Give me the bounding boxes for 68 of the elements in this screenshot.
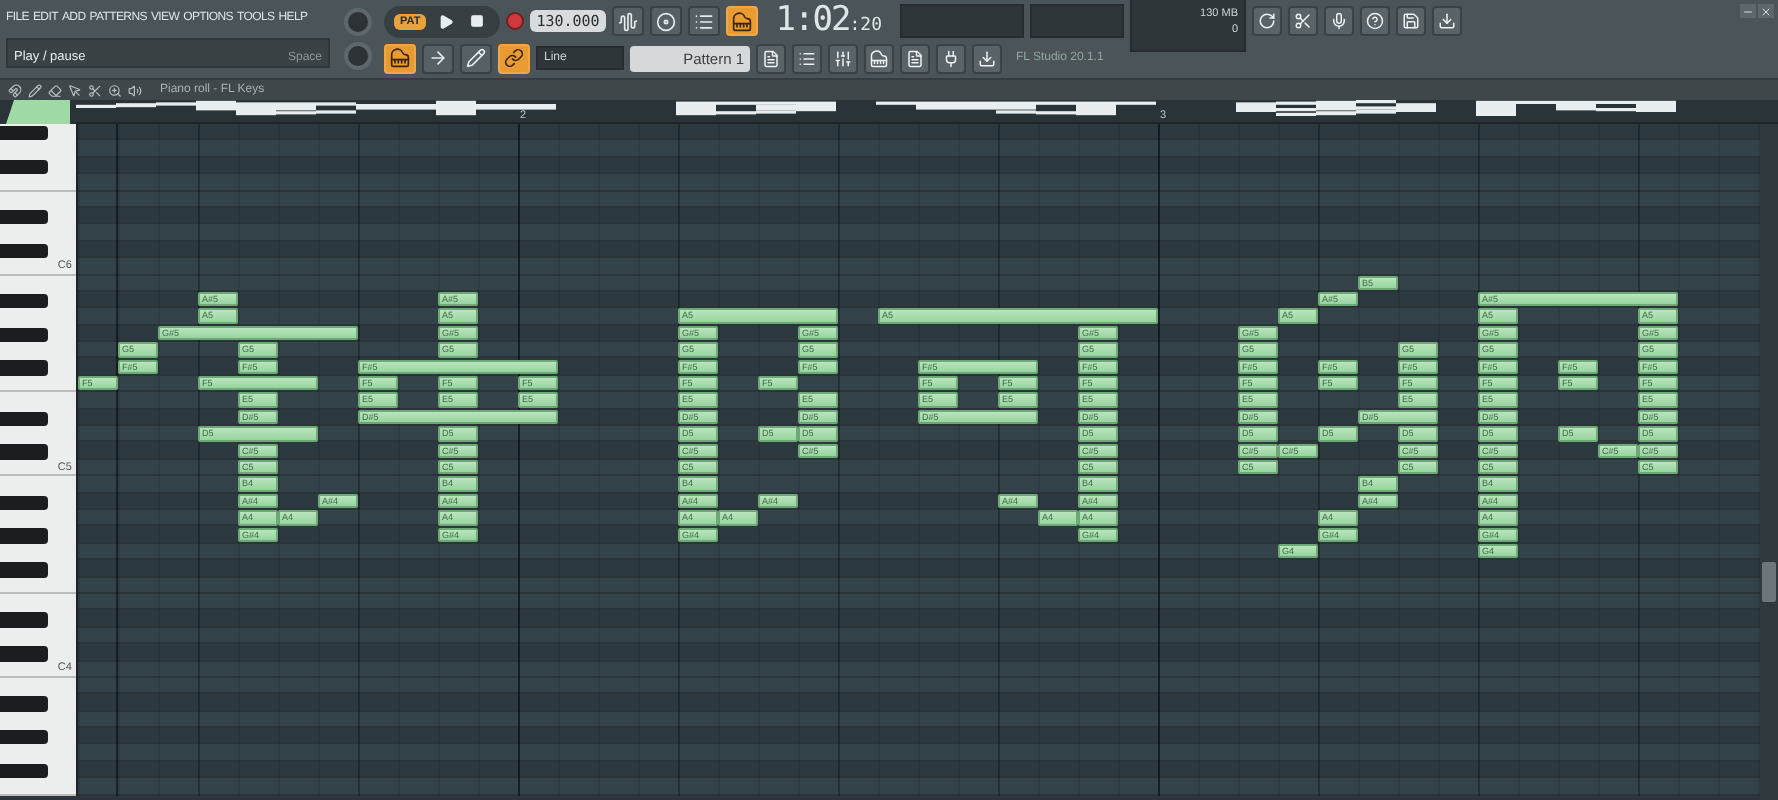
microphone-icon bbox=[1330, 12, 1349, 30]
download-icon bbox=[978, 49, 996, 67]
save-button[interactable] bbox=[1396, 6, 1427, 36]
scissors-icon bbox=[1294, 12, 1313, 30]
piano-key[interactable] bbox=[0, 327, 48, 343]
close-icon bbox=[1760, 5, 1772, 17]
link-icon bbox=[504, 48, 524, 68]
list-icon bbox=[798, 49, 816, 67]
plug-icon bbox=[942, 49, 960, 67]
note-tool-drawing[interactable] bbox=[6, 100, 70, 124]
arrow-icon bbox=[428, 48, 448, 68]
document-icon bbox=[906, 49, 924, 67]
mixer-button[interactable] bbox=[828, 43, 858, 73]
render-button[interactable] bbox=[972, 43, 1002, 73]
toolbar-toggle[interactable] bbox=[422, 43, 454, 73]
piano-key[interactable] bbox=[0, 411, 48, 427]
download-icon bbox=[1438, 12, 1457, 30]
scroll-thumb[interactable] bbox=[1761, 562, 1776, 602]
piano-icon bbox=[390, 48, 410, 68]
refresh-button[interactable] bbox=[1252, 6, 1283, 36]
stop-icon bbox=[470, 14, 485, 28]
piano-key[interactable] bbox=[0, 209, 48, 225]
close-button[interactable] bbox=[1758, 4, 1774, 18]
toolbar-toggle[interactable] bbox=[725, 6, 758, 36]
pointer-icon[interactable] bbox=[68, 83, 82, 97]
time-display: 1:02:20 bbox=[773, 4, 885, 38]
piano-icon bbox=[870, 49, 888, 67]
zoom-icon[interactable] bbox=[108, 83, 122, 97]
toolbar-toggle[interactable] bbox=[498, 43, 530, 73]
scissors-icon[interactable] bbox=[88, 83, 102, 97]
document-icon bbox=[762, 49, 780, 67]
toolbar-toggle[interactable] bbox=[384, 43, 416, 73]
toolbar-toggle[interactable] bbox=[649, 6, 682, 36]
browser-button[interactable] bbox=[900, 43, 930, 73]
scissors-button[interactable] bbox=[1288, 6, 1319, 36]
pencil-icon bbox=[466, 48, 486, 68]
eraser-icon[interactable] bbox=[48, 83, 62, 97]
piano-key[interactable] bbox=[0, 243, 48, 259]
magnet-icon[interactable] bbox=[8, 83, 22, 97]
note-grid[interactable] bbox=[77, 124, 1760, 796]
toolbar-toggle[interactable] bbox=[687, 6, 720, 36]
toolbar-toggle[interactable] bbox=[460, 43, 492, 73]
piano-icon bbox=[731, 11, 752, 31]
piano-key[interactable] bbox=[0, 159, 48, 175]
piano-key[interactable] bbox=[0, 126, 48, 141]
minimize-icon bbox=[1742, 5, 1754, 17]
waveform-icon bbox=[617, 11, 638, 31]
channel-rack-button[interactable] bbox=[792, 43, 822, 73]
piano-key[interactable] bbox=[0, 730, 48, 745]
save-icon bbox=[1402, 12, 1421, 30]
playlist-button[interactable] bbox=[756, 43, 786, 73]
sliders-icon bbox=[834, 49, 852, 67]
plugin-button[interactable] bbox=[936, 43, 966, 73]
download-button[interactable] bbox=[1432, 6, 1463, 36]
toolbar-toggle[interactable] bbox=[611, 6, 644, 36]
piano-key[interactable] bbox=[0, 763, 48, 779]
help-icon bbox=[1366, 12, 1385, 30]
scrollbar[interactable] bbox=[1760, 124, 1778, 800]
pencil-icon[interactable] bbox=[28, 83, 42, 97]
help-button[interactable] bbox=[1360, 6, 1391, 36]
speaker-icon[interactable] bbox=[128, 83, 142, 97]
piano-roll-button[interactable] bbox=[864, 43, 894, 73]
refresh-icon bbox=[1258, 12, 1277, 30]
disc-icon bbox=[655, 11, 676, 31]
piano-key[interactable] bbox=[0, 293, 48, 309]
piano-key[interactable] bbox=[0, 495, 48, 510]
play-icon bbox=[437, 13, 454, 29]
microphone-button[interactable] bbox=[1324, 6, 1355, 36]
